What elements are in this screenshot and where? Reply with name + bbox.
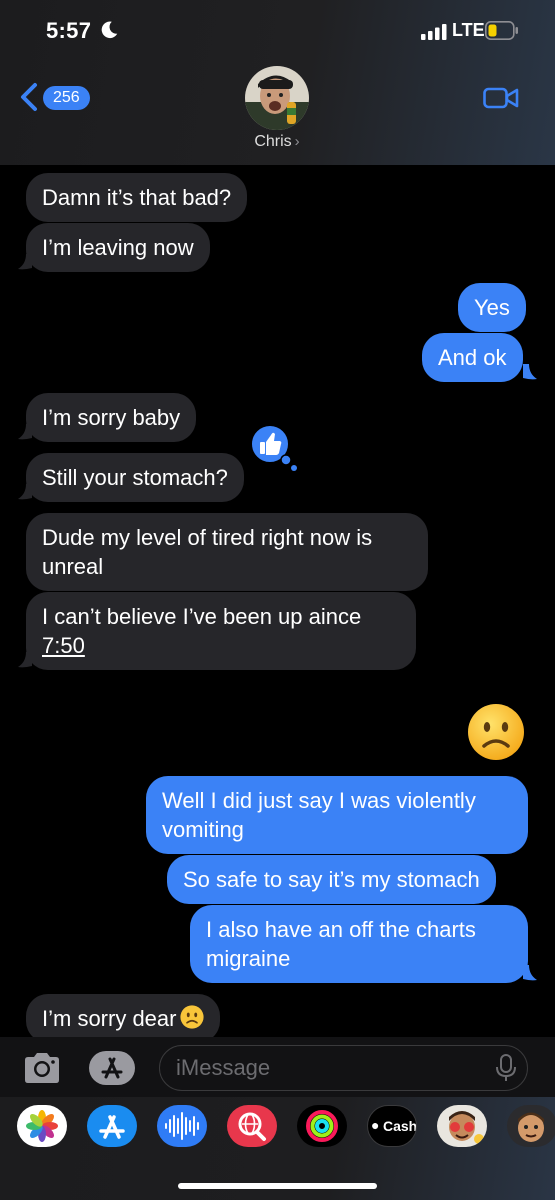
message-bubble-incoming[interactable]: I’m leaving now: [26, 223, 210, 272]
time-link[interactable]: 7:50: [42, 633, 85, 658]
message-text: Still your stomach?: [42, 465, 228, 490]
message-text: Damn it’s that bad?: [42, 185, 232, 210]
contact-avatar[interactable]: [245, 66, 309, 130]
memoji-2-icon[interactable]: [507, 1105, 555, 1147]
memoji-icon[interactable]: [437, 1105, 487, 1147]
message-bubble-incoming[interactable]: Damn it’s that bad?: [26, 173, 248, 222]
photos-icon[interactable]: [17, 1105, 67, 1147]
message-bubble-outgoing[interactable]: So safe to say it’s my stomach: [167, 855, 496, 904]
apple-cash-icon[interactable]: ● Cash: [367, 1105, 417, 1147]
message-text: I can’t believe I’ve been up aince: [42, 604, 362, 629]
app-store-icon[interactable]: [87, 1105, 137, 1147]
status-time: 5:57: [46, 18, 92, 43]
message-bubble-outgoing[interactable]: Yes: [458, 283, 526, 332]
signal-icon: [421, 24, 447, 40]
battery-icon: [485, 21, 518, 40]
bubble-tail: [18, 484, 32, 500]
message-text: I’m sorry baby: [42, 405, 181, 430]
images-search-icon[interactable]: [227, 1105, 277, 1147]
message-bubble-incoming[interactable]: Still your stomach?: [26, 453, 244, 502]
bubble-tail: [523, 364, 537, 380]
message-text: I’m sorry dear: [42, 1006, 177, 1031]
message-bubble-incoming[interactable]: I’m sorry dear: [26, 994, 221, 1043]
message-input-placeholder: iMessage: [176, 1055, 271, 1080]
chevron-left-icon: [21, 83, 37, 111]
bubble-tail: [18, 424, 32, 440]
audio-message-icon[interactable]: [157, 1105, 207, 1147]
message-bubble-incoming[interactable]: I can’t believe I’ve been up aince 7:50: [26, 592, 416, 670]
contact-name-button[interactable]: Chris ›: [230, 133, 324, 157]
message-bubble-outgoing[interactable]: I also have an off the charts migraine: [190, 905, 528, 983]
camera-icon[interactable]: [22, 1052, 62, 1084]
frowning-face-icon[interactable]: [467, 703, 525, 761]
message-bubble-incoming[interactable]: I’m sorry baby: [26, 393, 197, 442]
unread-count-badge: 256: [43, 86, 90, 110]
apple-logo-icon: ●: [371, 1117, 380, 1133]
frowning-face-icon: [180, 1005, 205, 1029]
video-call-icon[interactable]: [483, 86, 519, 110]
message-bubble-incoming[interactable]: Dude my level of tired right now is unre…: [26, 513, 428, 591]
message-text: And ok: [438, 345, 507, 370]
bubble-tail: [523, 965, 537, 981]
message-text: Dude my level of tired right now is unre…: [42, 525, 373, 579]
message-bubble-outgoing[interactable]: Well I did just say I was violently vomi…: [146, 776, 528, 854]
contact-name: Chris: [254, 133, 292, 150]
bubble-tail: [18, 254, 32, 270]
thumbs-up-icon[interactable]: [248, 424, 300, 474]
activity-icon[interactable]: [297, 1105, 347, 1147]
network-label: LTE: [452, 20, 485, 40]
message-text: Yes: [474, 295, 510, 320]
conversation-header: 5:57 LTE 256 Chris ›: [0, 0, 555, 165]
moon-icon: [101, 21, 118, 39]
chevron-right-icon: ›: [294, 133, 300, 150]
message-bubble-outgoing[interactable]: And ok: [422, 333, 523, 382]
microphone-icon[interactable]: [495, 1054, 517, 1082]
message-text: So safe to say it’s my stomach: [183, 867, 480, 892]
message-text: Well I did just say I was violently vomi…: [162, 788, 476, 842]
messages-screen: 5:57 LTE 256 Chris › Damn it’s that bad?…: [0, 0, 555, 1200]
app-store-button-icon[interactable]: [88, 1050, 136, 1086]
bubble-tail: [18, 652, 32, 668]
message-text: I’m leaving now: [42, 235, 194, 260]
back-button[interactable]: 256: [18, 82, 108, 116]
cash-label: Cash: [383, 1118, 417, 1134]
message-text: I also have an off the charts migraine: [206, 917, 476, 971]
home-indicator[interactable]: [178, 1183, 377, 1189]
